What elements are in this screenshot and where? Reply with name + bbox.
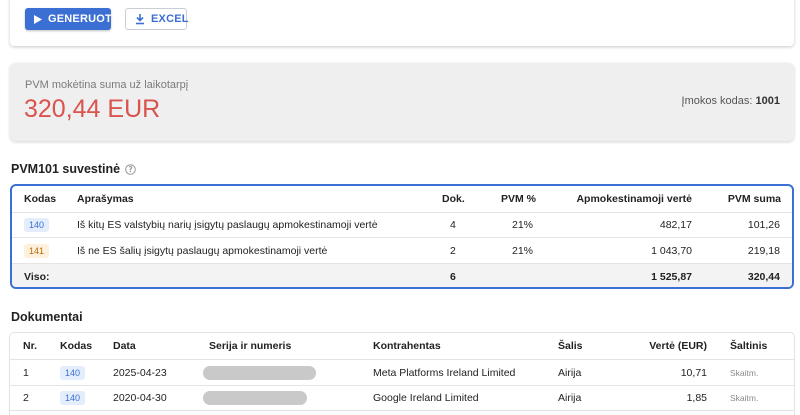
doc-date: 2020-04-30 (113, 392, 167, 404)
payment-code-value: 1001 (755, 95, 780, 107)
row-taxable: 1 043,70 (651, 244, 692, 257)
row-vat-rate: 21% (512, 244, 534, 257)
total-docs: 6 (450, 270, 456, 283)
excel-button[interactable]: EXCEL (125, 8, 189, 30)
documents-title-text: Dokumentai (11, 310, 83, 324)
generate-button-label: GENERUOTI (48, 13, 116, 25)
table-row[interactable]: 1 140 2025-04-23 Meta Platforms Ireland … (10, 360, 794, 386)
column-header: Šaltinis (730, 340, 768, 352)
table-row: 140 Iš kitų ES valstybių narių įsigytų p… (12, 213, 792, 238)
row-description: Iš ne ES šalių įsigytų paslaugų apmokest… (77, 244, 328, 257)
table-row[interactable]: 2 140 2020-04-30 Google Ireland Limited … (10, 386, 794, 411)
redacted-series-number (203, 365, 316, 380)
toolbar-card: GENERUOTI EXCEL (10, 0, 794, 46)
row-vat-rate: 21% (512, 219, 534, 231)
documents-title: Dokumentai (11, 310, 83, 324)
column-header: Dok. (442, 193, 465, 205)
payment-code: Įmokos kodas: 1001 (682, 95, 780, 107)
column-header: Vertė (EUR) (649, 340, 707, 352)
code-badge: 140 (60, 391, 86, 405)
column-header: Kodas (24, 193, 57, 205)
download-icon (135, 13, 145, 25)
column-header: Šalis (558, 340, 583, 352)
row-taxable: 482,17 (659, 219, 692, 231)
row-vat: 219,18 (747, 244, 780, 257)
doc-source: Skaitm. (730, 393, 759, 403)
code-badge: 140 (60, 365, 86, 380)
column-header: Kodas (60, 340, 93, 352)
code-badge: 141 (24, 243, 50, 258)
code-badge: 140 (24, 218, 50, 232)
excel-button-label: EXCEL (151, 13, 189, 25)
redacted-series-number (203, 391, 307, 405)
row-vat: 101,26 (747, 219, 780, 231)
generate-button[interactable]: GENERUOTI (25, 8, 115, 30)
row-docs: 2 (450, 244, 456, 257)
documents-table: Nr. Kodas Data Serija ir numeris Kontrah… (10, 333, 794, 415)
doc-nr: 2 (23, 392, 29, 404)
doc-counterparty: Google Ireland Limited (373, 392, 479, 404)
play-icon (34, 13, 42, 25)
total-label: Viso: (24, 270, 50, 283)
doc-country: Airija (558, 366, 582, 379)
total-vat: 320,44 (747, 270, 780, 283)
vat-summary-card: PVM mokėtina suma už laikotarpį 320,44 E… (10, 63, 794, 141)
column-header: PVM suma (727, 193, 781, 205)
vat-payable-label: PVM mokėtina suma už laikotarpį (25, 79, 189, 91)
doc-source: Skaitm. (730, 367, 759, 378)
doc-nr: 1 (23, 366, 29, 379)
column-header: Nr. (23, 340, 38, 352)
doc-country: Airija (558, 392, 582, 404)
table-header-row: Kodas Aprašymas Dok. PVM % Apmokestinamo… (12, 186, 792, 213)
column-header: Kontrahentas (373, 340, 441, 352)
column-header: PVM % (501, 193, 537, 205)
column-header: Aprašymas (77, 193, 134, 205)
doc-counterparty: Meta Platforms Ireland Limited (373, 366, 516, 379)
column-header: Apmokestinamoji vertė (576, 193, 692, 205)
total-taxable: 1 525,87 (651, 270, 692, 283)
column-header: Data (113, 340, 136, 352)
table-row: 141 Iš ne ES šalių įsigytų paslaugų apmo… (12, 238, 792, 264)
svg-text:?: ? (128, 165, 132, 174)
column-header: Serija ir numeris (209, 340, 292, 352)
pvm101-table: Kodas Aprašymas Dok. PVM % Apmokestinamo… (10, 184, 794, 289)
table-header-row: Nr. Kodas Data Serija ir numeris Kontrah… (10, 333, 794, 360)
help-icon[interactable]: ? (125, 163, 136, 175)
doc-value: 10,71 (680, 366, 707, 379)
doc-value: 1,85 (686, 392, 707, 404)
pvm101-title-text: PVM101 suvestinė (11, 162, 121, 176)
row-description: Iš kitų ES valstybių narių įsigytų pasla… (77, 219, 378, 231)
vat-payable-amount: 320,44 EUR (24, 95, 161, 123)
table-total-row: Viso: 6 1 525,87 320,44 (12, 264, 792, 287)
payment-code-label: Įmokos kodas: (681, 95, 753, 107)
row-docs: 4 (450, 219, 456, 231)
doc-date: 2025-04-23 (113, 366, 167, 379)
pvm101-title: PVM101 suvestinė ? (11, 162, 136, 176)
